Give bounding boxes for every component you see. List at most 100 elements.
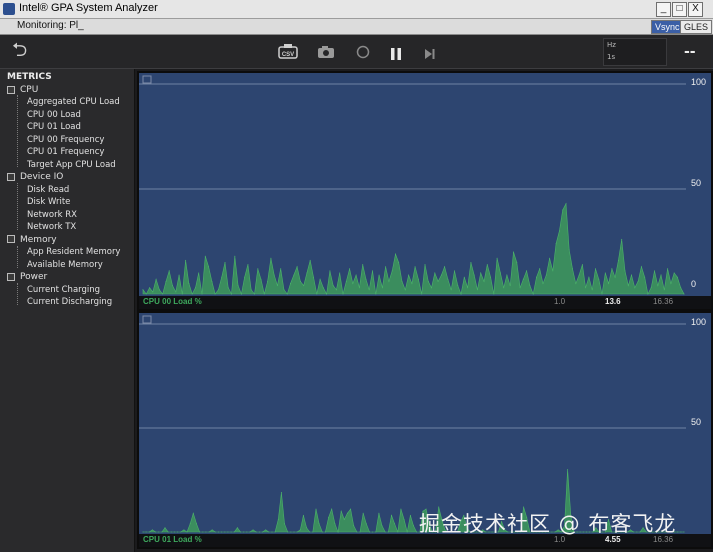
data-point [319,278,321,280]
metric-current-charging[interactable]: Current Charging [27,285,100,295]
data-point [526,270,528,272]
data-point [270,257,272,259]
back-arrow-icon[interactable]: ⮌ [12,40,27,60]
data-point [434,272,436,274]
group-label: CPU [20,85,39,95]
data-point [178,274,180,276]
data-point [268,531,270,533]
group-power[interactable]: Power [7,272,47,282]
metric-current-discharging[interactable]: Current Discharging [27,297,112,307]
data-point [243,531,245,533]
metric-available-memory[interactable]: Available Memory [27,260,103,270]
data-point [309,531,311,533]
metric-network-rx[interactable]: Network RX [27,210,77,220]
cpu-01-load-plot [139,315,686,534]
data-point [331,508,333,510]
data-point [358,287,360,289]
data-point [280,492,282,493]
data-point [581,264,583,266]
collapse-icon[interactable] [7,235,15,243]
data-point [552,270,554,272]
metric-aggregated-cpu-load[interactable]: Aggregated CPU Load [27,97,120,107]
data-point [647,293,649,295]
data-point [397,531,399,533]
data-point [142,531,144,533]
cpu-00-load-chart[interactable]: 100 50 0 CPU 00 Load % 1.0 13.6 16.36 [137,71,713,311]
close-button[interactable]: X [688,2,703,17]
record-button[interactable] [356,44,370,63]
vsync-toggle[interactable]: Vsync [651,20,684,34]
data-point [353,525,355,527]
data-point [290,283,291,284]
data-point [204,255,206,257]
data-point [680,287,682,289]
data-point [237,285,239,287]
data-point [188,283,190,284]
data-point [345,280,347,282]
step-forward-button[interactable] [424,45,436,64]
data-point [255,531,257,533]
maximize-button[interactable]: □ [672,2,687,17]
export-csv-button[interactable]: CSV [278,43,298,63]
tree-line [17,246,18,268]
data-point [624,270,626,272]
data-point [170,531,172,533]
data-point [356,531,358,533]
metric-cpu-00-load[interactable]: CPU 00 Load [27,110,81,120]
collapse-icon[interactable] [7,85,15,94]
minimize-button[interactable]: _ [656,2,671,17]
tree-line [17,183,18,230]
chart-settings-icon[interactable] [142,75,152,84]
metric-cpu-01-load[interactable]: CPU 01 Load [27,122,81,132]
data-point [211,529,213,531]
metric-cpu-01-frequency[interactable]: CPU 01 Frequency [27,147,104,157]
data-point [467,287,469,289]
data-point [290,531,292,533]
data-point [224,531,226,533]
metric-app-resident-memory[interactable]: App Resident Memory [27,247,120,257]
metric-disk-read[interactable]: Disk Read [27,185,69,195]
data-point [683,531,685,533]
data-point [181,293,183,295]
data-point [218,531,219,533]
data-point [545,274,547,276]
group-memory[interactable]: Memory [7,235,57,245]
data-point [637,280,639,282]
tree-line [17,283,18,305]
data-point [201,293,203,295]
data-point [321,531,323,533]
data-point [627,285,629,287]
data-point [493,293,495,295]
collapse-icon[interactable] [7,272,15,281]
data-point [283,289,285,291]
ytick-100: 100 [691,77,707,87]
data-point [149,287,151,289]
metric-target-app-cpu-load[interactable]: Target App CPU Load [27,160,116,170]
data-point [249,531,251,533]
group-cpu[interactable]: CPU [7,85,38,95]
data-point [257,268,259,270]
data-point [416,531,418,533]
metric-network-tx[interactable]: Network TX [27,222,76,232]
data-point [375,293,377,295]
data-point [387,531,389,533]
gles-toggle[interactable]: GLES [680,20,713,34]
chart-settings-icon[interactable] [142,315,152,324]
data-point [145,293,147,295]
data-point [240,293,242,295]
data-point [417,278,419,280]
group-device-io[interactable]: Device IO [7,172,63,182]
pause-button[interactable] [390,45,402,64]
data-point [262,531,263,533]
data-point [506,274,508,276]
data-point [595,268,596,270]
screenshot-button[interactable] [317,44,335,63]
metric-disk-write[interactable]: Disk Write [27,197,70,207]
metric-cpu-00-frequency[interactable]: CPU 00 Frequency [27,135,104,145]
data-point [381,287,383,289]
data-point [391,514,392,516]
data-point [585,287,587,289]
data-point [343,519,345,520]
collapse-icon[interactable] [7,172,15,181]
data-point [598,278,600,280]
